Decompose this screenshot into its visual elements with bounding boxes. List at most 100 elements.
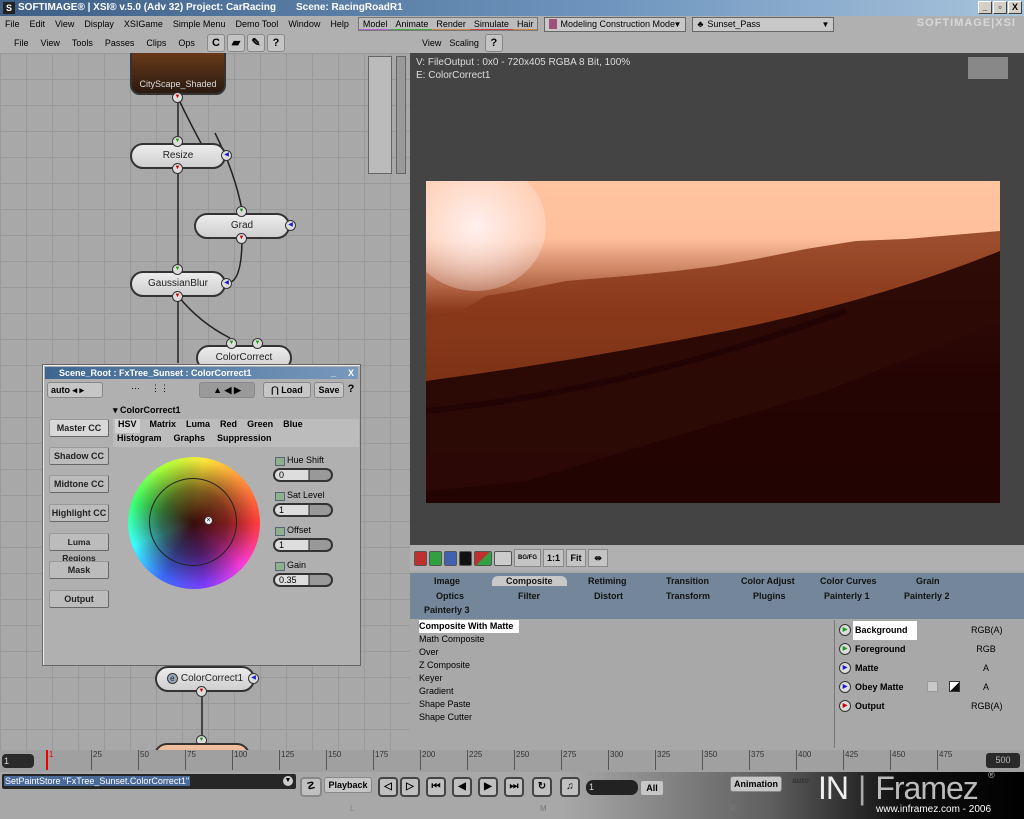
first-frame-icon[interactable]: ⏮ bbox=[426, 777, 446, 797]
tab-hsv[interactable]: HSV bbox=[115, 419, 140, 433]
auto-key-label[interactable]: auto bbox=[792, 776, 809, 785]
tab-color-curves[interactable]: Color Curves bbox=[820, 576, 877, 586]
obey-matte-checkbox[interactable] bbox=[927, 681, 938, 692]
sat-level-slider[interactable]: 1 bbox=[273, 503, 333, 517]
next-frame-icon[interactable]: ▷ bbox=[400, 777, 420, 797]
tab-retiming[interactable]: Retiming bbox=[588, 576, 627, 586]
offset-slider[interactable]: 1 bbox=[273, 538, 333, 552]
module-animate[interactable]: Animate bbox=[391, 19, 433, 30]
audio-icon[interactable]: ♫ bbox=[560, 777, 580, 797]
tab-optics[interactable]: Optics bbox=[436, 591, 464, 601]
operator-item[interactable]: Math Composite bbox=[416, 633, 830, 646]
viewer-menu-view[interactable]: View bbox=[422, 38, 441, 48]
fx-node-cityscape-shaded[interactable]: CityScape_Shaded bbox=[130, 53, 226, 95]
last-frame-icon[interactable]: ⏭ bbox=[504, 777, 524, 797]
fx-navigator[interactable] bbox=[368, 56, 392, 174]
chevron-down-icon[interactable]: ▼ bbox=[283, 776, 293, 786]
input-port-icon[interactable]: ▼ bbox=[172, 264, 183, 275]
operator-item[interactable]: Over bbox=[416, 646, 830, 659]
hue-shift-slider[interactable]: 0 bbox=[273, 468, 333, 482]
close-button[interactable]: X bbox=[1008, 1, 1022, 14]
menu-help[interactable]: Help bbox=[325, 19, 354, 29]
tab-grain[interactable]: Grain bbox=[916, 576, 940, 586]
master-cc-button[interactable]: Master CC bbox=[49, 419, 109, 437]
mask-port-icon[interactable]: ◀ bbox=[221, 150, 232, 161]
compare-icon[interactable] bbox=[474, 550, 492, 566]
tab-color-adjust[interactable]: Color Adjust bbox=[741, 576, 795, 586]
viewer-color-swatch[interactable] bbox=[968, 57, 1008, 79]
module-hair[interactable]: Hair bbox=[512, 19, 538, 30]
tab-matrix[interactable]: Matrix bbox=[150, 419, 177, 433]
layout-grid-icon[interactable]: ⋮⋮ bbox=[151, 383, 169, 394]
fx-menu-passes[interactable]: Passes bbox=[105, 38, 135, 48]
ppg-title-bar[interactable]: Scene_Root : FxTree_Sunset : ColorCorrec… bbox=[45, 367, 358, 379]
animation-button[interactable]: Animation bbox=[730, 776, 782, 792]
fit-button[interactable]: Fit bbox=[566, 549, 587, 567]
loop-icon[interactable]: ↻ bbox=[532, 777, 552, 797]
tab-luma[interactable]: Luma bbox=[186, 419, 210, 433]
marker-m[interactable]: M bbox=[540, 804, 547, 813]
input-port-icon[interactable]: ▼ bbox=[226, 338, 237, 349]
prev-frame-icon[interactable]: ◁ bbox=[378, 777, 398, 797]
fx-menu-file[interactable]: File bbox=[14, 38, 29, 48]
module-render[interactable]: Render bbox=[432, 19, 470, 30]
luma-regions-button[interactable]: Luma Regions bbox=[49, 533, 109, 563]
port-row[interactable]: ▶ Foreground RGB bbox=[835, 640, 1024, 659]
mask-port-icon[interactable]: ◀ bbox=[221, 278, 232, 289]
timeline-ruler[interactable]: 1 25 50 75 100 125 150 175 200 225 250 275 300 325 350… bbox=[44, 750, 984, 772]
operator-item[interactable]: Composite With Matte bbox=[419, 620, 520, 633]
operator-item[interactable]: Shape Paste bbox=[416, 698, 830, 711]
tab-distort[interactable]: Distort bbox=[594, 591, 623, 601]
viewer-help-button[interactable]: ? bbox=[484, 33, 503, 52]
save-button[interactable]: Save bbox=[314, 382, 344, 398]
output-port-icon[interactable]: ▼ bbox=[172, 163, 183, 174]
green-channel-button[interactable] bbox=[429, 550, 442, 566]
playback-button[interactable]: Playback bbox=[324, 777, 372, 793]
module-simulate[interactable]: Simulate bbox=[469, 19, 513, 30]
port-row[interactable]: ▶ Matte A bbox=[835, 659, 1024, 678]
tab-painterly-1[interactable]: Painterly 1 bbox=[824, 591, 870, 601]
tab-suppression[interactable]: Suppression bbox=[217, 433, 272, 447]
maximize-button[interactable]: ▫ bbox=[993, 1, 1007, 14]
current-frame-field[interactable]: 1 bbox=[2, 754, 34, 768]
pass-dropdown[interactable]: ♣ Sunset_Pass ▼ bbox=[692, 16, 835, 32]
auto-button[interactable]: auto ◂ ▸ bbox=[47, 382, 103, 398]
tab-red[interactable]: Red bbox=[220, 419, 237, 433]
minimize-button[interactable]: _ bbox=[978, 1, 992, 14]
play-forward-icon[interactable]: ▶ bbox=[478, 777, 498, 797]
menu-window[interactable]: Window bbox=[283, 19, 325, 29]
tab-green[interactable]: Green bbox=[247, 419, 273, 433]
menu-simple-menu[interactable]: Simple Menu bbox=[168, 19, 231, 29]
gain-slider[interactable]: 0.35 bbox=[273, 573, 333, 587]
end-frame-field[interactable]: 500 bbox=[986, 753, 1020, 768]
refresh-icon[interactable]: C bbox=[206, 33, 225, 52]
operator-item[interactable]: Gradient bbox=[416, 685, 830, 698]
layout-icon[interactable]: ⋯ bbox=[131, 383, 140, 394]
fx-menu-clips[interactable]: Clips bbox=[146, 38, 166, 48]
help-button[interactable]: ? bbox=[266, 33, 285, 52]
folder-icon[interactable]: ▰ bbox=[226, 33, 245, 52]
help-button[interactable]: ? bbox=[345, 382, 357, 398]
hsv-color-wheel[interactable]: × bbox=[128, 457, 260, 589]
module-model[interactable]: Model bbox=[358, 19, 392, 30]
construction-mode-dropdown[interactable]: Modeling Construction Mode ▼ bbox=[544, 16, 687, 32]
output-port-icon[interactable]: ▼ bbox=[172, 92, 183, 103]
tab-painterly-3[interactable]: Painterly 3 bbox=[424, 605, 470, 615]
play-backward-icon[interactable]: ◀ bbox=[452, 777, 472, 797]
mask-button[interactable]: Mask bbox=[49, 561, 109, 579]
alpha-channel-button[interactable] bbox=[459, 550, 472, 566]
tab-transition[interactable]: Transition bbox=[666, 576, 709, 586]
input-port-icon[interactable]: ▼ bbox=[172, 136, 183, 147]
operator-item[interactable]: Keyer bbox=[416, 672, 830, 685]
output-port-icon[interactable]: ▼ bbox=[172, 291, 183, 302]
tab-transform[interactable]: Transform bbox=[666, 591, 710, 601]
viewer-menu-scaling[interactable]: Scaling bbox=[449, 38, 479, 48]
blue-channel-button[interactable] bbox=[444, 550, 457, 566]
tab-histogram[interactable]: Histogram bbox=[117, 433, 162, 447]
output-port-icon[interactable]: ▼ bbox=[236, 233, 247, 244]
shadow-cc-button[interactable]: Shadow CC bbox=[49, 447, 109, 465]
command-line[interactable]: SetPaintStore "FxTree_Sunset.ColorCorrec… bbox=[2, 774, 296, 789]
wheel-picker-icon[interactable]: × bbox=[204, 516, 213, 525]
input-port-icon[interactable]: ▼ bbox=[236, 206, 247, 217]
input-port-icon[interactable]: ▼ bbox=[252, 338, 263, 349]
